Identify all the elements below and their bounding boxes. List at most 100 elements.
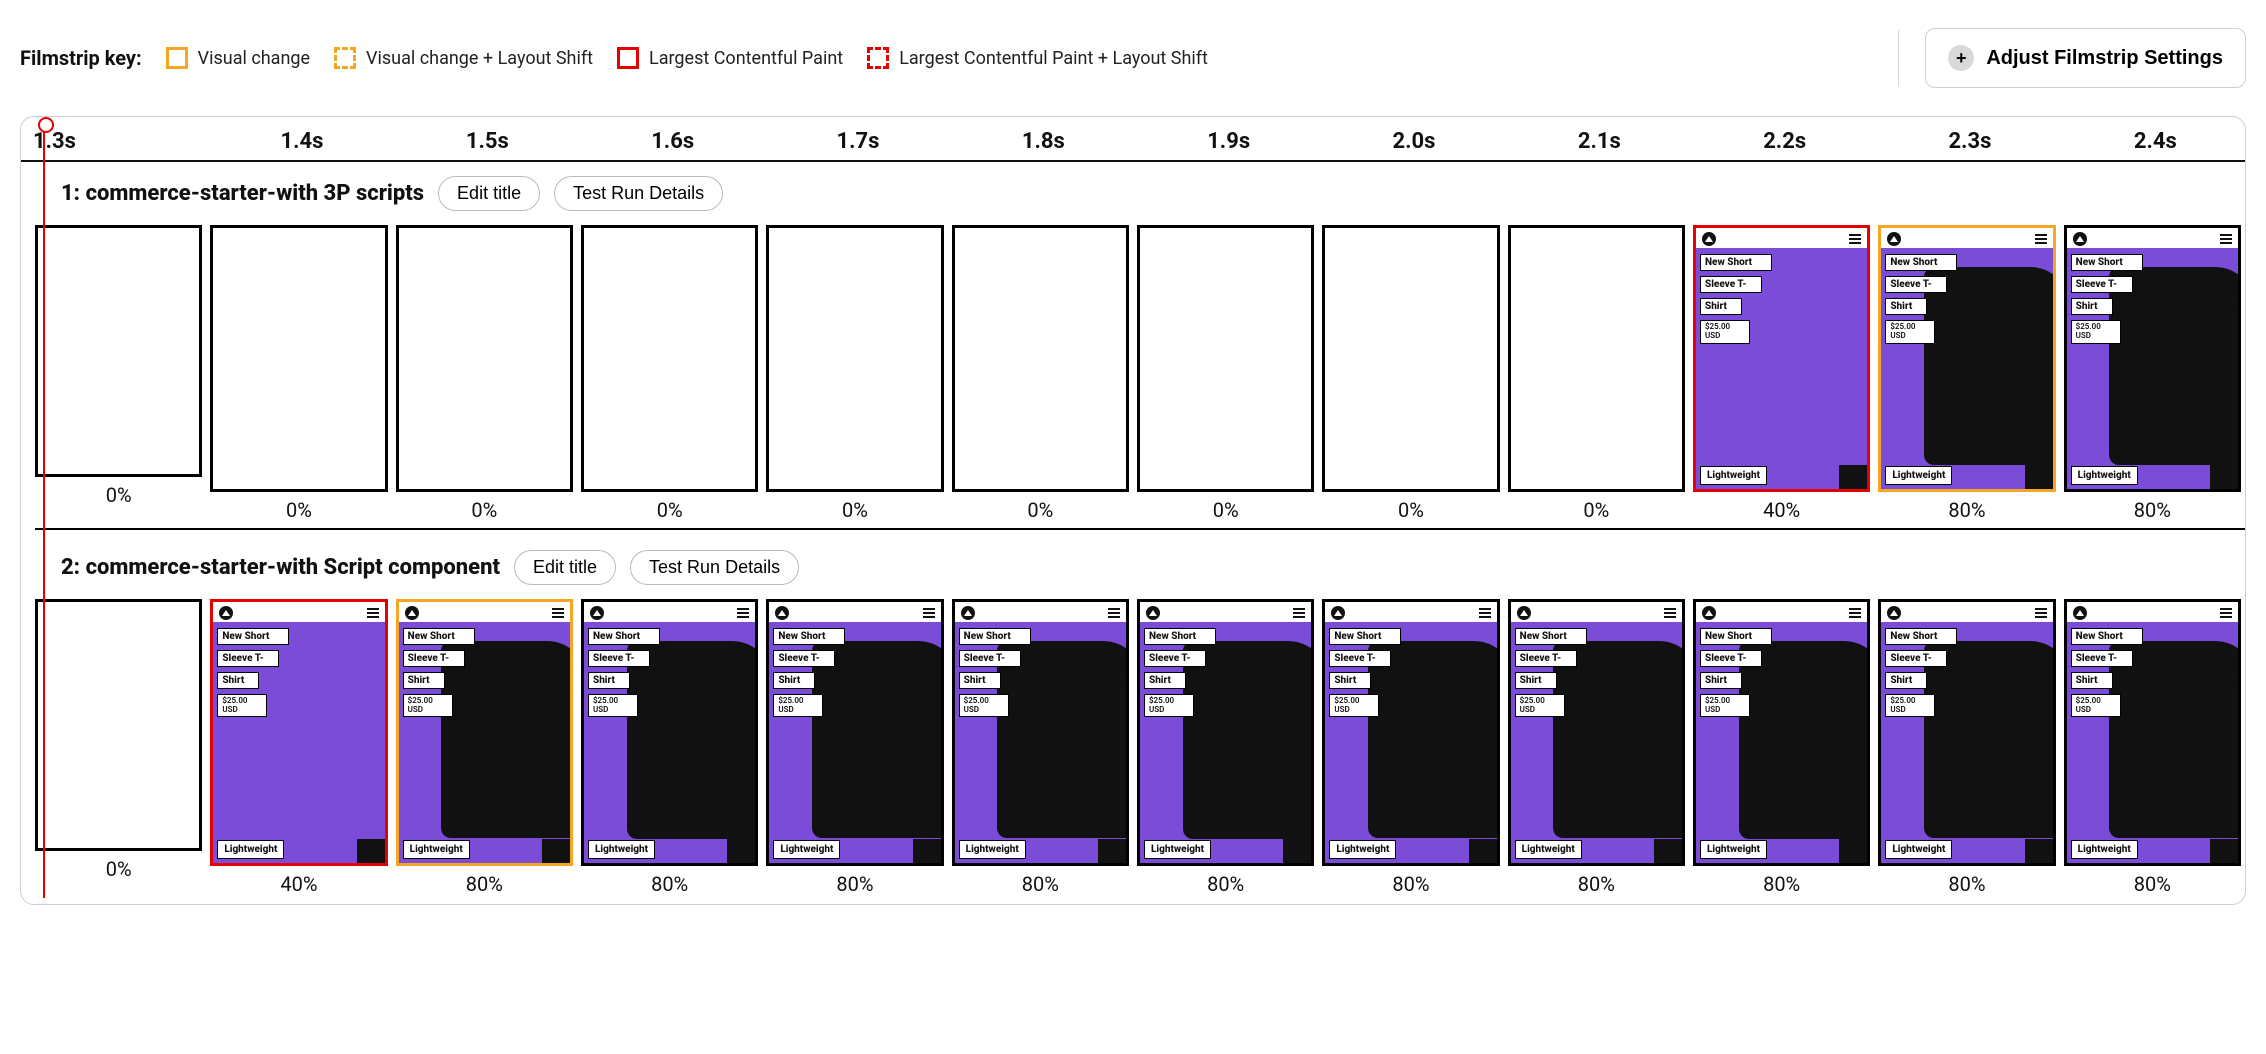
filmstrip-thumbnail[interactable]: New Short Sleeve T- Shirt $25.00 USD Lig… bbox=[1137, 599, 1314, 866]
edit-title-button[interactable]: Edit title bbox=[438, 176, 540, 211]
menu-icon bbox=[737, 608, 749, 618]
filmstrip-thumbnail[interactable]: New Short Sleeve T- Shirt $25.00 USD Lig… bbox=[210, 599, 387, 866]
frame-cell: New Short Sleeve T- Shirt $25.00 USD Lig… bbox=[2060, 225, 2245, 526]
adjust-filmstrip-label: Adjust Filmstrip Settings bbox=[1986, 47, 2223, 70]
key-label: Visual change + Layout Shift bbox=[366, 48, 593, 69]
frame-cell: 0% bbox=[1133, 225, 1318, 526]
filmstrip-thumbnail[interactable]: New Short Sleeve T- Shirt $25.00 USD Lig… bbox=[1878, 599, 2055, 866]
product-title-line: New Short bbox=[588, 628, 660, 645]
thumb-product: New Short Sleeve T- Shirt $25.00 USD Lig… bbox=[769, 622, 940, 863]
frames-row: 0%0%0%0%0%0%0%0%0% New Short Sleeve T- S… bbox=[21, 225, 2245, 526]
product-title-line: Shirt bbox=[959, 672, 1001, 689]
key-visual-change-layout-shift: Visual change + Layout Shift bbox=[334, 47, 593, 69]
brand-logo-icon bbox=[775, 606, 789, 620]
filmstrip-thumbnail[interactable] bbox=[35, 599, 202, 851]
filmstrip-thumbnail[interactable] bbox=[210, 225, 387, 492]
frame-cell: New Short Sleeve T- Shirt $25.00 USD Lig… bbox=[1318, 599, 1503, 900]
frame-cell: 0% bbox=[762, 225, 947, 526]
filmstrip-thumbnail[interactable]: New Short Sleeve T- Shirt $25.00 USD Lig… bbox=[396, 599, 573, 866]
thumb-corner bbox=[2025, 465, 2053, 489]
filmstrip-thumbnail[interactable]: New Short Sleeve T- Shirt $25.00 USD Lig… bbox=[1508, 599, 1685, 866]
filmstrip-thumbnail[interactable]: New Short Sleeve T- Shirt $25.00 USD Lig… bbox=[581, 599, 758, 866]
playhead[interactable] bbox=[43, 123, 45, 898]
brand-logo-icon bbox=[1146, 606, 1160, 620]
product-title-line: Shirt bbox=[1515, 672, 1557, 689]
filmstrip-thumbnail[interactable] bbox=[1322, 225, 1499, 492]
timeline-tick: 1.9s bbox=[1133, 129, 1318, 154]
thumb-product: New Short Sleeve T- Shirt $25.00 USD Lig… bbox=[2067, 248, 2238, 489]
filmstrip-thumbnail[interactable]: New Short Sleeve T- Shirt $25.00 USD Lig… bbox=[766, 599, 943, 866]
filmstrip-thumbnail[interactable] bbox=[396, 225, 573, 492]
filmstrip-thumbnail[interactable]: New Short Sleeve T- Shirt $25.00 USD Lig… bbox=[1693, 225, 1870, 492]
filmstrip-thumbnail[interactable] bbox=[35, 225, 202, 477]
filmstrip-thumbnail[interactable] bbox=[1137, 225, 1314, 492]
product-title-line: Sleeve T- bbox=[1700, 650, 1762, 667]
filmstrip-thumbnail[interactable]: New Short Sleeve T- Shirt $25.00 USD Lig… bbox=[1878, 225, 2055, 492]
frame-percent: 80% bbox=[2064, 492, 2241, 526]
brand-logo-icon bbox=[1702, 232, 1716, 246]
product-title-line: Shirt bbox=[1885, 672, 1927, 689]
adjust-filmstrip-settings-button[interactable]: + Adjust Filmstrip Settings bbox=[1925, 28, 2246, 88]
product-title-line: Sleeve T- bbox=[2071, 276, 2133, 293]
menu-icon bbox=[923, 608, 935, 618]
filmstrip-thumbnail[interactable]: New Short Sleeve T- Shirt $25.00 USD Lig… bbox=[2064, 599, 2241, 866]
product-badge: Lightweight bbox=[1329, 840, 1396, 859]
thumb-product: New Short Sleeve T- Shirt $25.00 USD Lig… bbox=[1140, 622, 1311, 863]
frame-percent: 40% bbox=[1693, 492, 1870, 526]
run-header: 1: commerce-starter-with 3P scripts Edit… bbox=[21, 168, 2245, 225]
timeline-tick: 1.3s bbox=[21, 129, 206, 154]
product-title-line: Shirt bbox=[2071, 298, 2113, 315]
frame-cell: New Short Sleeve T- Shirt $25.00 USD Lig… bbox=[2060, 599, 2245, 900]
frame-percent: 80% bbox=[952, 866, 1129, 900]
tshirt-image bbox=[1924, 641, 2053, 838]
frame-cell: 0% bbox=[577, 225, 762, 526]
header-right: + Adjust Filmstrip Settings bbox=[1898, 28, 2246, 88]
frame-cell: 0% bbox=[1504, 225, 1689, 526]
filmstrip-thumbnail[interactable] bbox=[766, 225, 943, 492]
thumb-header bbox=[399, 602, 570, 622]
thumb-corner bbox=[542, 839, 570, 863]
edit-title-button[interactable]: Edit title bbox=[514, 550, 616, 585]
product-price: $25.00 USD bbox=[2071, 320, 2121, 344]
product-price: $25.00 USD bbox=[1329, 694, 1379, 718]
frame-cell: New Short Sleeve T- Shirt $25.00 USD Lig… bbox=[392, 599, 577, 900]
filmstrip-thumbnail[interactable] bbox=[581, 225, 758, 492]
filmstrip-thumbnail[interactable]: New Short Sleeve T- Shirt $25.00 USD Lig… bbox=[1322, 599, 1499, 866]
product-title-line: Shirt bbox=[1144, 672, 1186, 689]
product-price: $25.00 USD bbox=[403, 694, 453, 718]
product-price: $25.00 USD bbox=[773, 694, 823, 718]
frame-percent: 0% bbox=[396, 492, 573, 526]
menu-icon bbox=[2035, 234, 2047, 244]
product-title-line: Sleeve T- bbox=[2071, 650, 2133, 667]
product-badge: Lightweight bbox=[1515, 840, 1582, 859]
thumb-corner bbox=[913, 839, 941, 863]
thumb-corner bbox=[357, 839, 385, 863]
filmstrip-thumbnail[interactable]: New Short Sleeve T- Shirt $25.00 USD Lig… bbox=[1693, 599, 1870, 866]
thumb-corner bbox=[1283, 839, 1311, 863]
thumb-corner bbox=[1098, 839, 1126, 863]
filmstrip-thumbnail[interactable]: New Short Sleeve T- Shirt $25.00 USD Lig… bbox=[952, 599, 1129, 866]
frame-percent: 0% bbox=[210, 492, 387, 526]
thumb-corner bbox=[2210, 839, 2238, 863]
product-title-line: New Short bbox=[1144, 628, 1216, 645]
frame-percent: 80% bbox=[581, 866, 758, 900]
timeline-tick: 2.1s bbox=[1504, 129, 1689, 154]
product-title-line: Shirt bbox=[217, 672, 259, 689]
filmstrip-thumbnail[interactable] bbox=[952, 225, 1129, 492]
tshirt-image bbox=[1183, 641, 1312, 838]
frame-percent: 0% bbox=[1508, 492, 1685, 526]
test-run-details-button[interactable]: Test Run Details bbox=[554, 176, 723, 211]
brand-logo-icon bbox=[2073, 232, 2087, 246]
filmstrip-thumbnail[interactable]: New Short Sleeve T- Shirt $25.00 USD Lig… bbox=[2064, 225, 2241, 492]
brand-logo-icon bbox=[2073, 606, 2087, 620]
test-run-details-button[interactable]: Test Run Details bbox=[630, 550, 799, 585]
thumb-header bbox=[1696, 602, 1867, 622]
filmstrip-header: Filmstrip key: Visual change Visual chan… bbox=[20, 10, 2246, 116]
filmstrip-thumbnail[interactable] bbox=[1508, 225, 1685, 492]
swatch-lcp-ls-icon bbox=[867, 47, 889, 69]
thumb-product: New Short Sleeve T- Shirt $25.00 USD Lig… bbox=[955, 622, 1126, 863]
tshirt-image bbox=[997, 641, 1126, 838]
frame-cell: New Short Sleeve T- Shirt $25.00 USD Lig… bbox=[577, 599, 762, 900]
timeline-tick: 2.2s bbox=[1689, 129, 1874, 154]
product-price: $25.00 USD bbox=[1700, 320, 1750, 344]
